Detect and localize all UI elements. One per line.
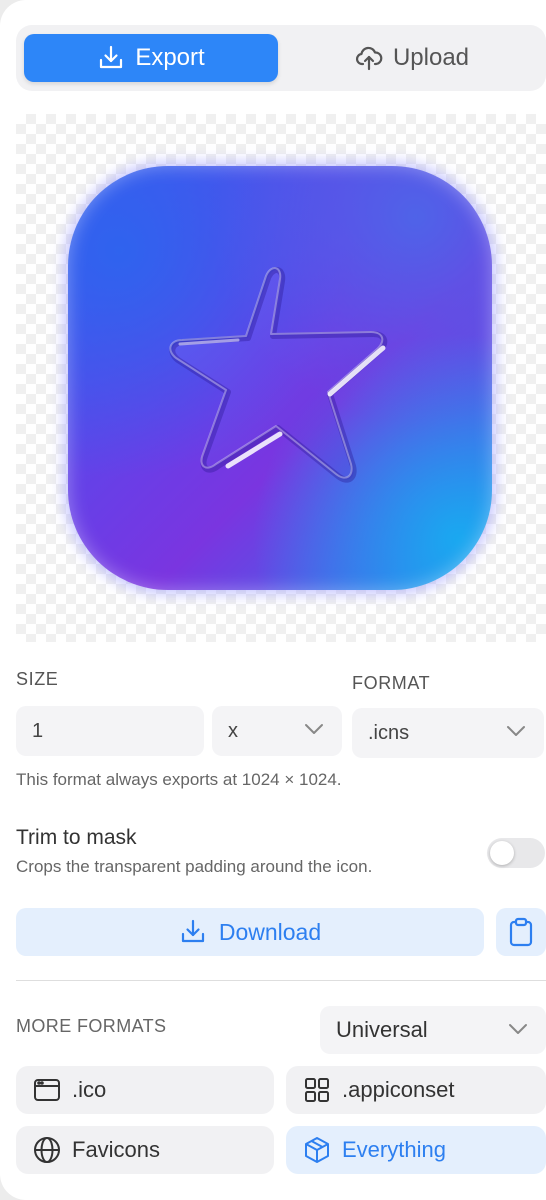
size-multiplier-select[interactable]: x (212, 706, 342, 756)
tab-export-label: Export (135, 44, 205, 71)
size-input[interactable]: 1 (16, 706, 204, 756)
format-ico-label: .ico (72, 1077, 107, 1102)
tab-bar: Export Upload (16, 25, 546, 91)
size-label: SIZE (16, 669, 59, 689)
cloud-upload-icon (355, 46, 383, 71)
format-everything-label: Everything (342, 1137, 446, 1162)
tab-upload-label: Upload (392, 44, 470, 71)
cube-icon (305, 1137, 329, 1163)
clipboard-icon (509, 917, 533, 947)
trim-subtitle: Crops the transparent padding around the… (16, 857, 373, 876)
platform-value: Universal (336, 1017, 428, 1042)
grid-icon (305, 1078, 329, 1102)
platform-select[interactable]: Universal (320, 1006, 546, 1054)
more-formats-label: MORE FORMATS (16, 1016, 167, 1036)
download-label: Download (218, 918, 322, 945)
tab-upload[interactable]: Upload (278, 34, 546, 82)
download-tray-icon (100, 45, 123, 69)
format-favicons-label: Favicons (72, 1137, 161, 1162)
download-button[interactable]: Download (16, 908, 484, 956)
download-tray-icon (181, 919, 204, 943)
export-panel: Export Upload SIZE 1 x FORMAT .icns This… (0, 0, 546, 1200)
format-everything-button[interactable]: Everything (286, 1126, 546, 1174)
format-ico-button[interactable]: .ico (16, 1066, 274, 1114)
trim-toggle[interactable] (487, 838, 545, 868)
chevron-down-icon (507, 726, 525, 736)
format-note: This format always exports at 1024 × 102… (16, 770, 342, 789)
chevron-down-icon (509, 1024, 527, 1034)
divider (16, 980, 546, 981)
format-label: FORMAT (352, 673, 431, 693)
copy-to-clipboard-button[interactable] (496, 908, 546, 956)
globe-icon (34, 1137, 60, 1163)
format-select[interactable]: .icns (352, 708, 544, 758)
format-appiconset-button[interactable]: .appiconset (286, 1066, 546, 1114)
format-appiconset-label: .appiconset (342, 1077, 455, 1102)
chevron-down-icon (305, 724, 323, 734)
format-favicons-button[interactable]: Favicons (16, 1126, 274, 1174)
toggle-knob (490, 841, 514, 865)
tab-export[interactable]: Export (24, 34, 278, 82)
size-multiplier-value: x (228, 719, 238, 742)
star-app-icon (68, 166, 492, 590)
trim-title: Trim to mask (16, 826, 137, 849)
star-icon (169, 267, 388, 483)
format-value: .icns (368, 721, 410, 744)
size-value: 1 (32, 719, 44, 742)
icon-preview (16, 114, 546, 642)
window-icon (34, 1079, 60, 1101)
